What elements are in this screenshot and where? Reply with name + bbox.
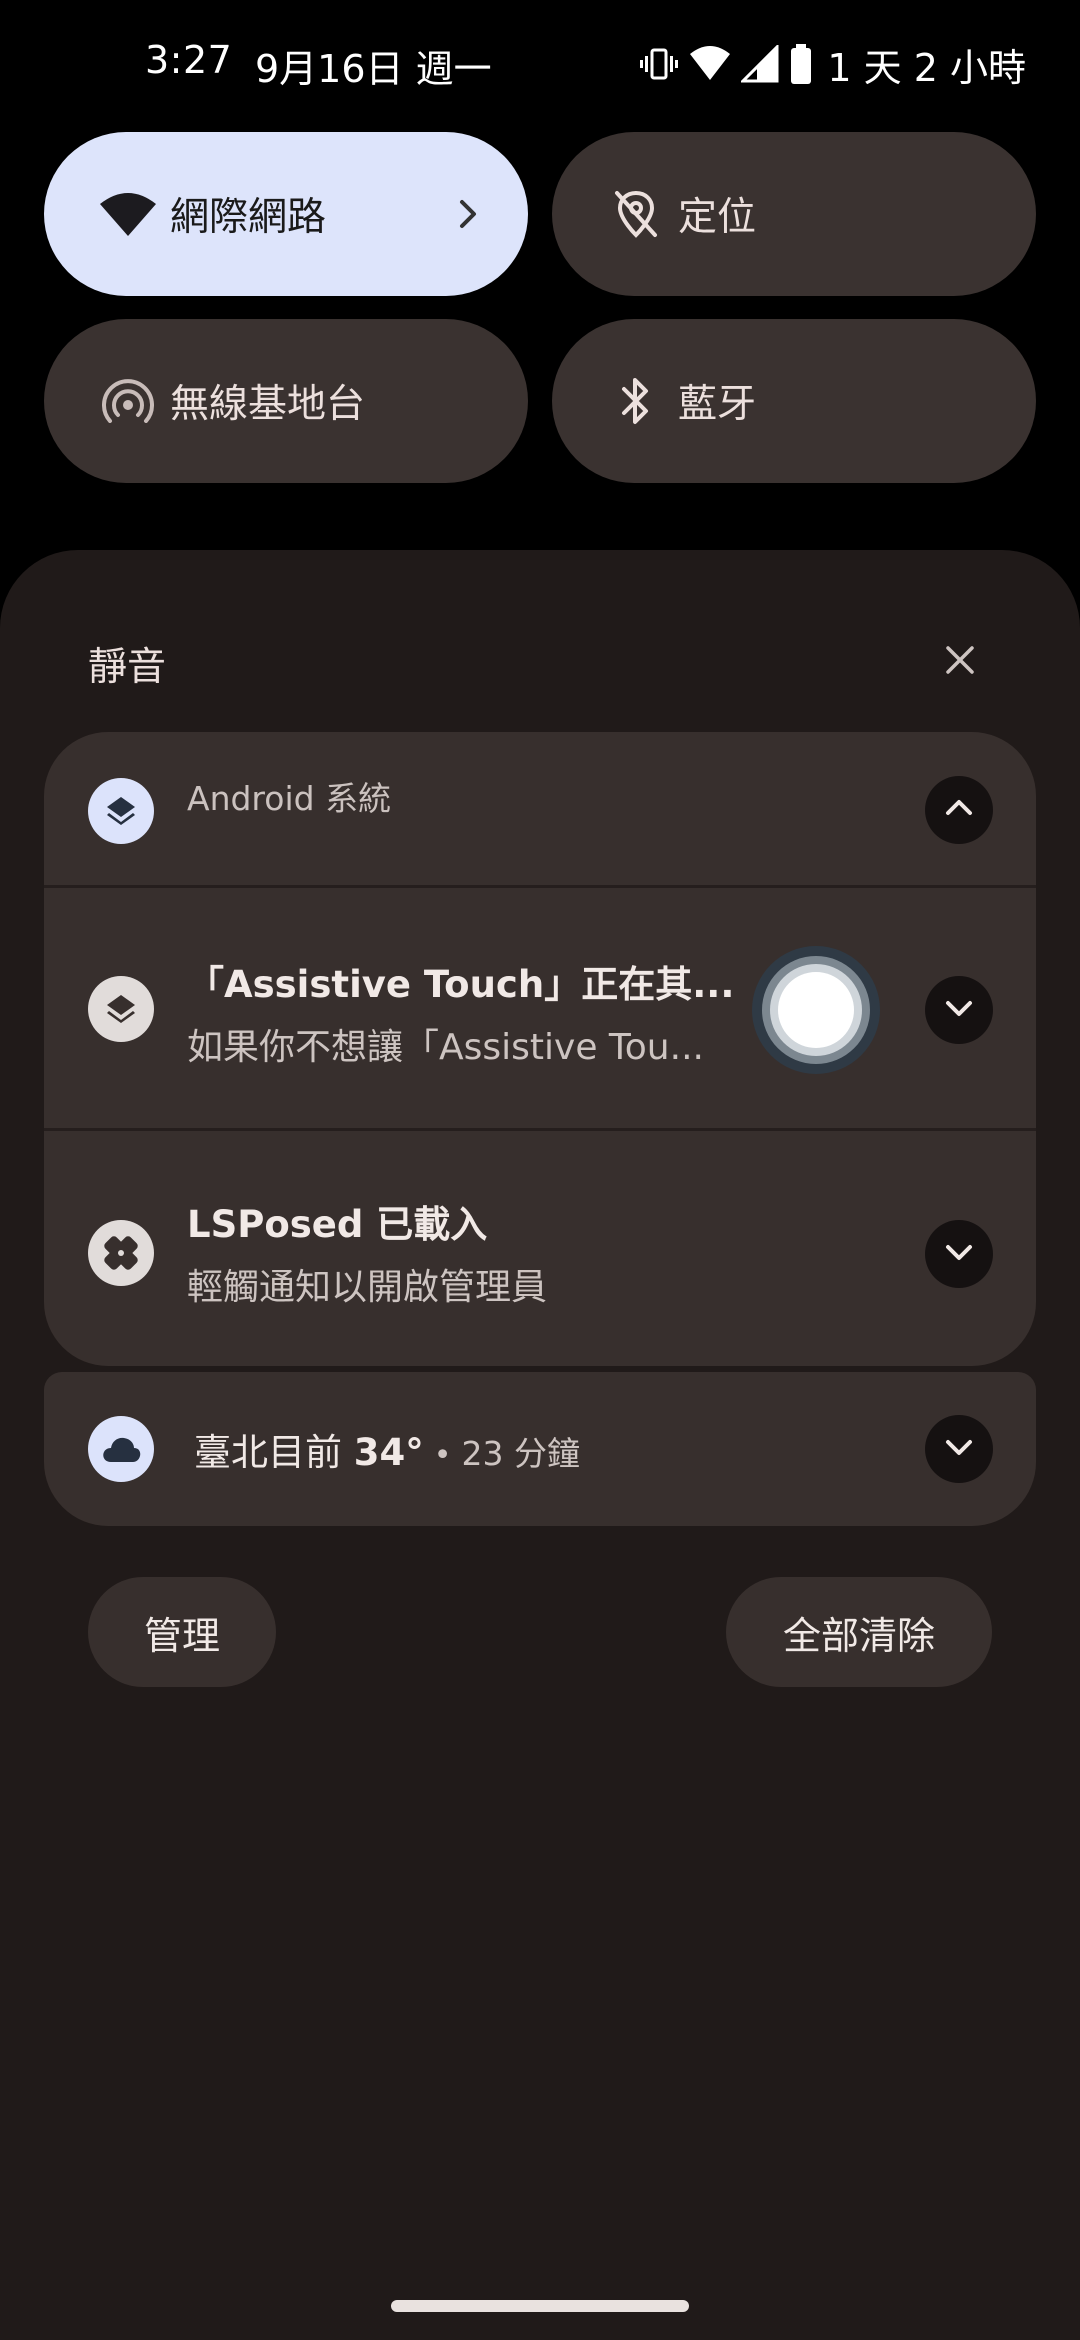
- bluetooth-icon: [606, 371, 666, 431]
- group-app-name: Android 系統: [187, 779, 392, 818]
- weather-temperature: 34°: [353, 1431, 424, 1474]
- chevron-down-icon: [941, 990, 977, 1030]
- status-time: 3:27: [145, 38, 233, 82]
- close-icon[interactable]: [938, 638, 982, 682]
- weather-title: 臺北目前 34° • 23 分鐘: [194, 1422, 580, 1476]
- tile-internet[interactable]: 網際網路: [44, 132, 528, 296]
- weather-time: 23 分鐘: [461, 1434, 580, 1473]
- weather-location: 臺北目前: [194, 1431, 354, 1474]
- assistive-touch-button[interactable]: [752, 946, 880, 1074]
- divider: [44, 885, 1036, 888]
- collapse-group-button[interactable]: [925, 776, 993, 844]
- status-bar: 3:27 9月16日 週一 1 天 2 小時: [0, 0, 1080, 132]
- notification-text: 如果你不想讓「Assistive Tou...: [187, 1027, 704, 1068]
- lsposed-icon: [88, 1220, 154, 1286]
- tile-location-label: 定位: [678, 195, 757, 240]
- cell-signal-icon: [741, 45, 779, 83]
- battery-remaining-text: 1 天 2 小時: [827, 45, 1026, 90]
- notification-title: 「Assistive Touch」正在其...: [187, 963, 735, 1006]
- location-off-icon: [606, 184, 666, 244]
- layers-icon: [88, 778, 154, 844]
- separator-dot: •: [433, 1438, 452, 1473]
- battery-icon: [789, 43, 813, 85]
- chevron-right-icon: [448, 194, 488, 234]
- home-indicator[interactable]: [391, 2300, 689, 2312]
- notification-text: 輕觸通知以開啟管理員: [187, 1267, 548, 1308]
- tile-bluetooth[interactable]: 藍牙: [552, 319, 1036, 483]
- hotspot-icon: [98, 371, 158, 431]
- manage-button[interactable]: 管理: [88, 1577, 276, 1687]
- expand-notification-button[interactable]: [925, 976, 993, 1044]
- expand-notification-button[interactable]: [925, 1415, 993, 1483]
- notification-title: LSPosed 已載入: [187, 1203, 488, 1246]
- vibrate-icon: [639, 44, 679, 84]
- notification-group-android-system[interactable]: Android 系統 「Assistive Touch」正在其... 如果你不想…: [44, 732, 1036, 1366]
- clear-all-button[interactable]: 全部清除: [726, 1577, 992, 1687]
- tile-bluetooth-label: 藍牙: [678, 382, 757, 427]
- status-date: 9月16日 週一: [255, 47, 492, 91]
- expand-notification-button[interactable]: [925, 1220, 993, 1288]
- wifi-icon: [689, 44, 731, 84]
- tile-location[interactable]: 定位: [552, 132, 1036, 296]
- notification-shade-screen: 3:27 9月16日 週一 1 天 2 小時 網際網路 定位 無線基地台 藍牙 …: [0, 0, 1080, 2340]
- chevron-down-icon: [941, 1429, 977, 1469]
- tile-internet-label: 網際網路: [170, 195, 327, 240]
- chevron-up-icon: [941, 790, 977, 830]
- cloud-icon: [88, 1416, 154, 1482]
- divider: [44, 1128, 1036, 1131]
- layers-icon: [88, 976, 154, 1042]
- section-title-silent: 靜音: [88, 645, 167, 690]
- tile-hotspot-label: 無線基地台: [170, 382, 366, 427]
- tile-hotspot[interactable]: 無線基地台: [44, 319, 528, 483]
- wifi-icon: [98, 184, 158, 244]
- notification-weather[interactable]: 臺北目前 34° • 23 分鐘: [44, 1372, 1036, 1526]
- chevron-down-icon: [941, 1234, 977, 1274]
- status-icons: 1 天 2 小時: [639, 40, 1026, 90]
